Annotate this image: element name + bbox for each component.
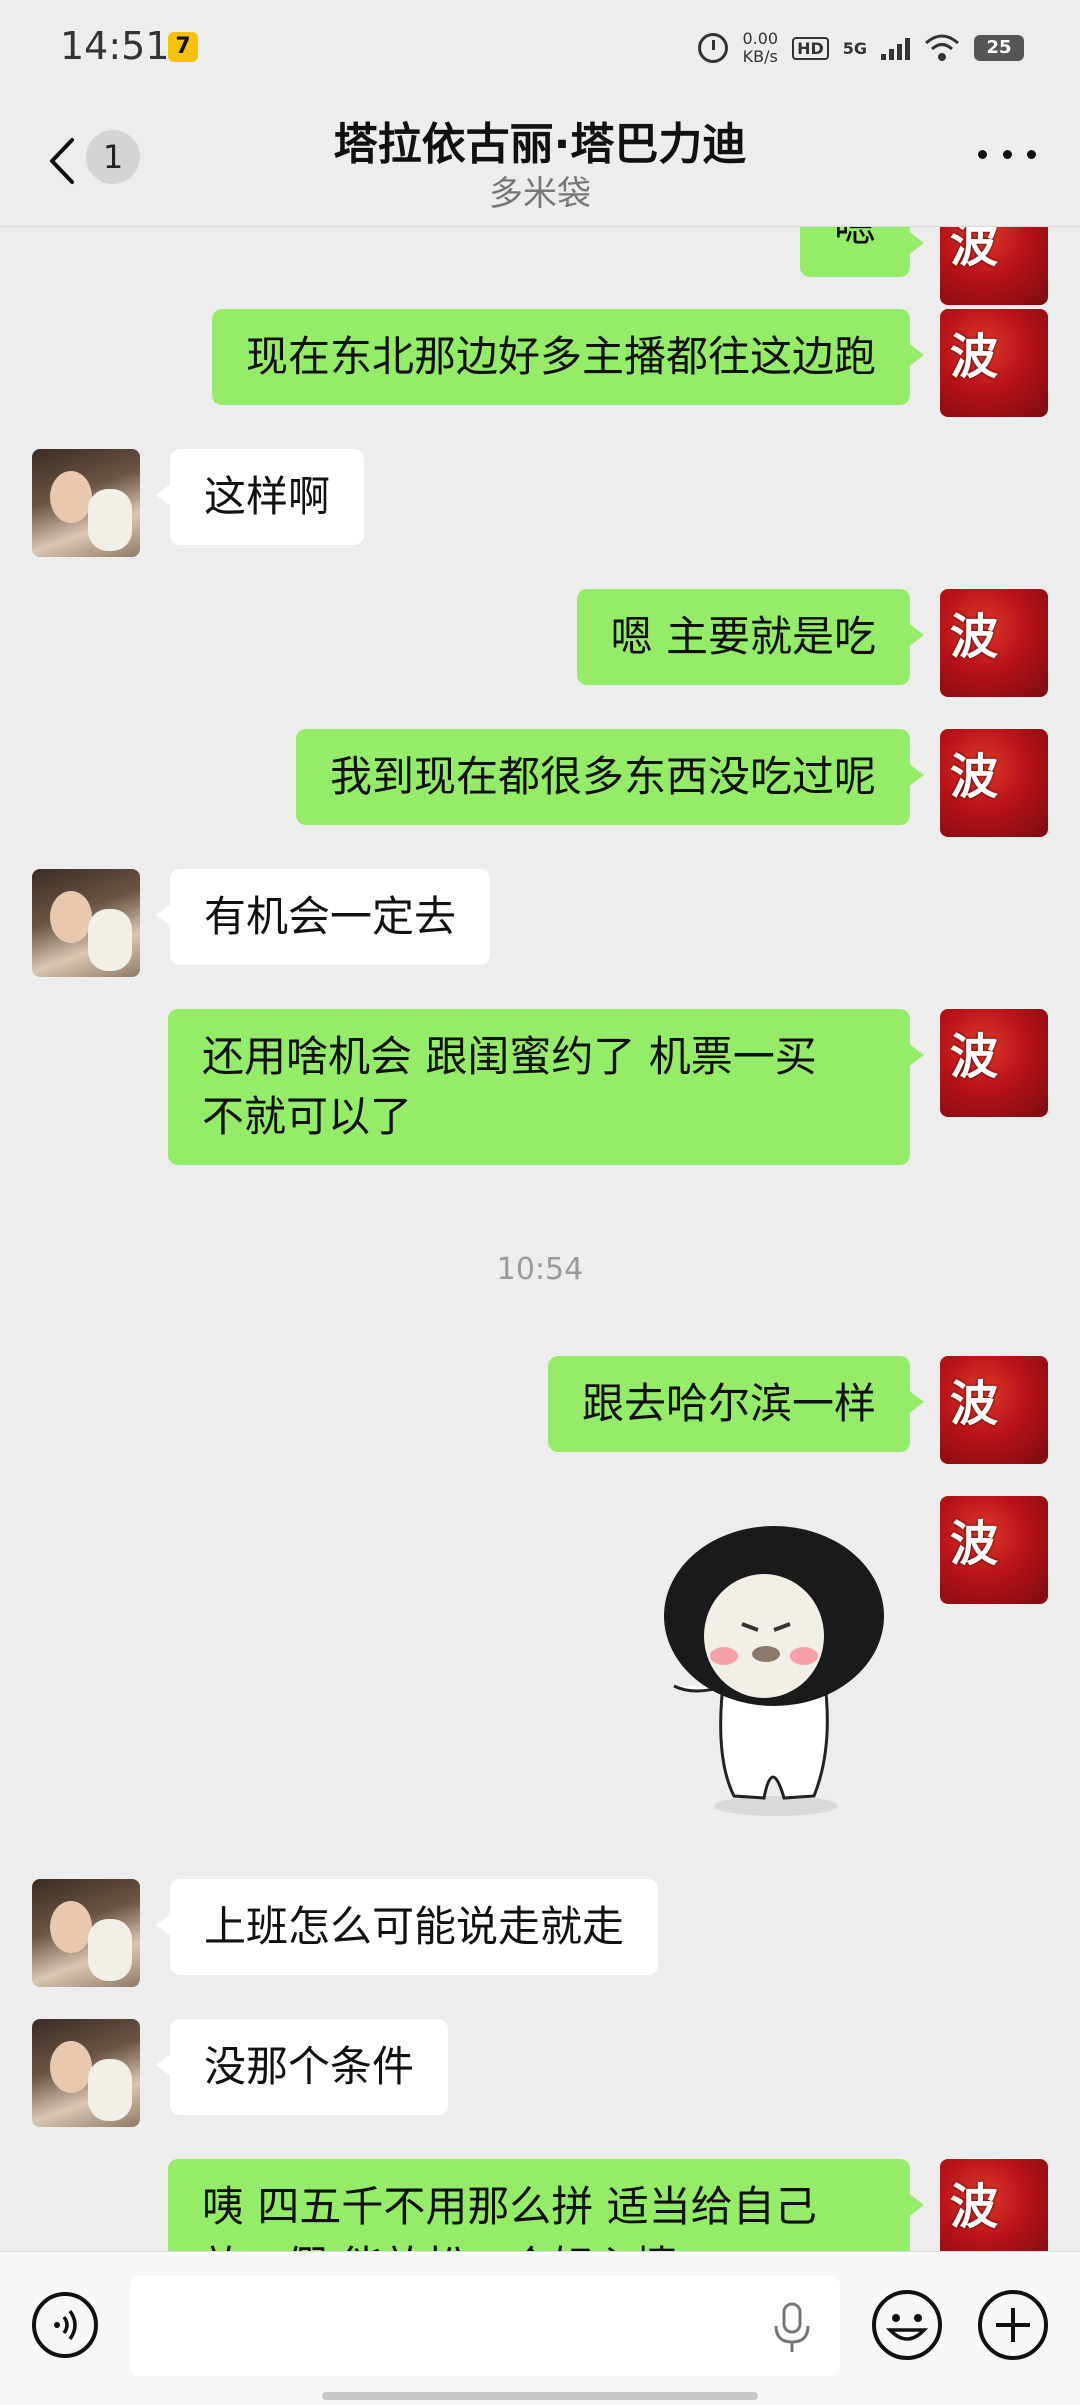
- chat-header: 1 塔拉依古丽·塔巴力迪 多米袋: [0, 96, 1080, 227]
- app-notification-icon: 7: [168, 32, 198, 62]
- message-bubble-sent[interactable]: 跟去哈尔滨一样: [547, 1356, 925, 1452]
- contact-avatar[interactable]: [32, 1879, 140, 1987]
- message-bubble-sent[interactable]: 嗯 主要就是吃: [576, 589, 925, 685]
- my-avatar[interactable]: 波: [940, 227, 1048, 305]
- plus-icon[interactable]: [976, 2288, 1050, 2362]
- avatar-glyph: 波: [950, 749, 999, 805]
- message-bubble-sent[interactable]: 现在东北那边好多主播都往这边跑: [211, 309, 925, 405]
- avatar-glyph: 波: [950, 329, 999, 385]
- contact-avatar[interactable]: [32, 449, 140, 557]
- avatar-glyph: 波: [950, 609, 999, 665]
- chat-subtitle: 多米袋: [489, 174, 591, 214]
- message-bubble-sent[interactable]: 我到现在都很多东西没吃过呢: [295, 729, 925, 825]
- message-bubble-sent[interactable]: 咦 四五千不用那么拼 适当给自己 放一假 能放松一个好心情: [168, 2159, 924, 2251]
- avatar-glyph: 波: [950, 2179, 999, 2235]
- network-speed: 0.00 KB/s: [742, 30, 778, 66]
- my-avatar[interactable]: 波: [940, 2159, 1048, 2251]
- message-bubble-received[interactable]: 这样啊: [155, 449, 365, 545]
- more-dots-icon[interactable]: [978, 144, 1036, 164]
- message-input[interactable]: [130, 2276, 840, 2376]
- message-bubble-received[interactable]: 没那个条件: [155, 2019, 449, 2115]
- my-avatar[interactable]: 波: [940, 309, 1048, 417]
- wifi-icon: [925, 34, 959, 61]
- signal-icon: [881, 36, 910, 60]
- battery-indicator: 25: [974, 35, 1024, 61]
- network-speed-value: 0.00: [742, 29, 779, 48]
- status-bar: 14:51 7 0.00 KB/s HD 5G 25: [0, 0, 1080, 96]
- message-bubble-received[interactable]: 上班怎么可能说走就走: [155, 1879, 659, 1975]
- my-avatar[interactable]: 波: [940, 1356, 1048, 1464]
- network-speed-unit: KB/s: [742, 47, 778, 66]
- avatar-glyph: 波: [950, 1029, 999, 1085]
- my-avatar[interactable]: 波: [940, 729, 1048, 837]
- voice-icon[interactable]: [30, 2290, 100, 2360]
- message-list[interactable]: 波 嗯 波 现在东北那边好多主播都往这边跑 这样啊 波 嗯 主要就是吃 波 我到…: [0, 227, 1080, 2251]
- hd-icon: HD: [792, 36, 829, 60]
- status-icons: 0.00 KB/s HD 5G 25: [698, 26, 1024, 70]
- status-time: 14:51: [60, 24, 170, 68]
- input-bar: [0, 2251, 1080, 2405]
- my-avatar[interactable]: 波: [940, 1496, 1048, 1604]
- avatar-glyph: 波: [950, 1376, 999, 1432]
- message-bubble-received[interactable]: 有机会一定去: [155, 869, 491, 965]
- network-type-label: 5G: [842, 38, 867, 58]
- avatar-glyph: 波: [950, 1516, 999, 1572]
- sticker-image[interactable]: [654, 1506, 894, 1826]
- message-bubble-sent[interactable]: 嗯: [799, 227, 925, 277]
- alarm-icon: [698, 33, 729, 63]
- avatar-glyph: 波: [950, 227, 999, 273]
- contact-avatar[interactable]: [32, 869, 140, 977]
- my-avatar[interactable]: 波: [940, 1009, 1048, 1117]
- timestamp: 10:54: [496, 1252, 584, 1287]
- chat-title: 塔拉依古丽·塔巴力迪: [333, 119, 747, 170]
- mic-icon[interactable]: [770, 2300, 814, 2356]
- contact-avatar[interactable]: [32, 2019, 140, 2127]
- emoji-icon[interactable]: [870, 2288, 944, 2362]
- home-indicator[interactable]: [322, 2392, 758, 2400]
- message-bubble-sent[interactable]: 还用啥机会 跟闺蜜约了 机票一买 不就可以了: [168, 1009, 924, 1165]
- my-avatar[interactable]: 波: [940, 589, 1048, 697]
